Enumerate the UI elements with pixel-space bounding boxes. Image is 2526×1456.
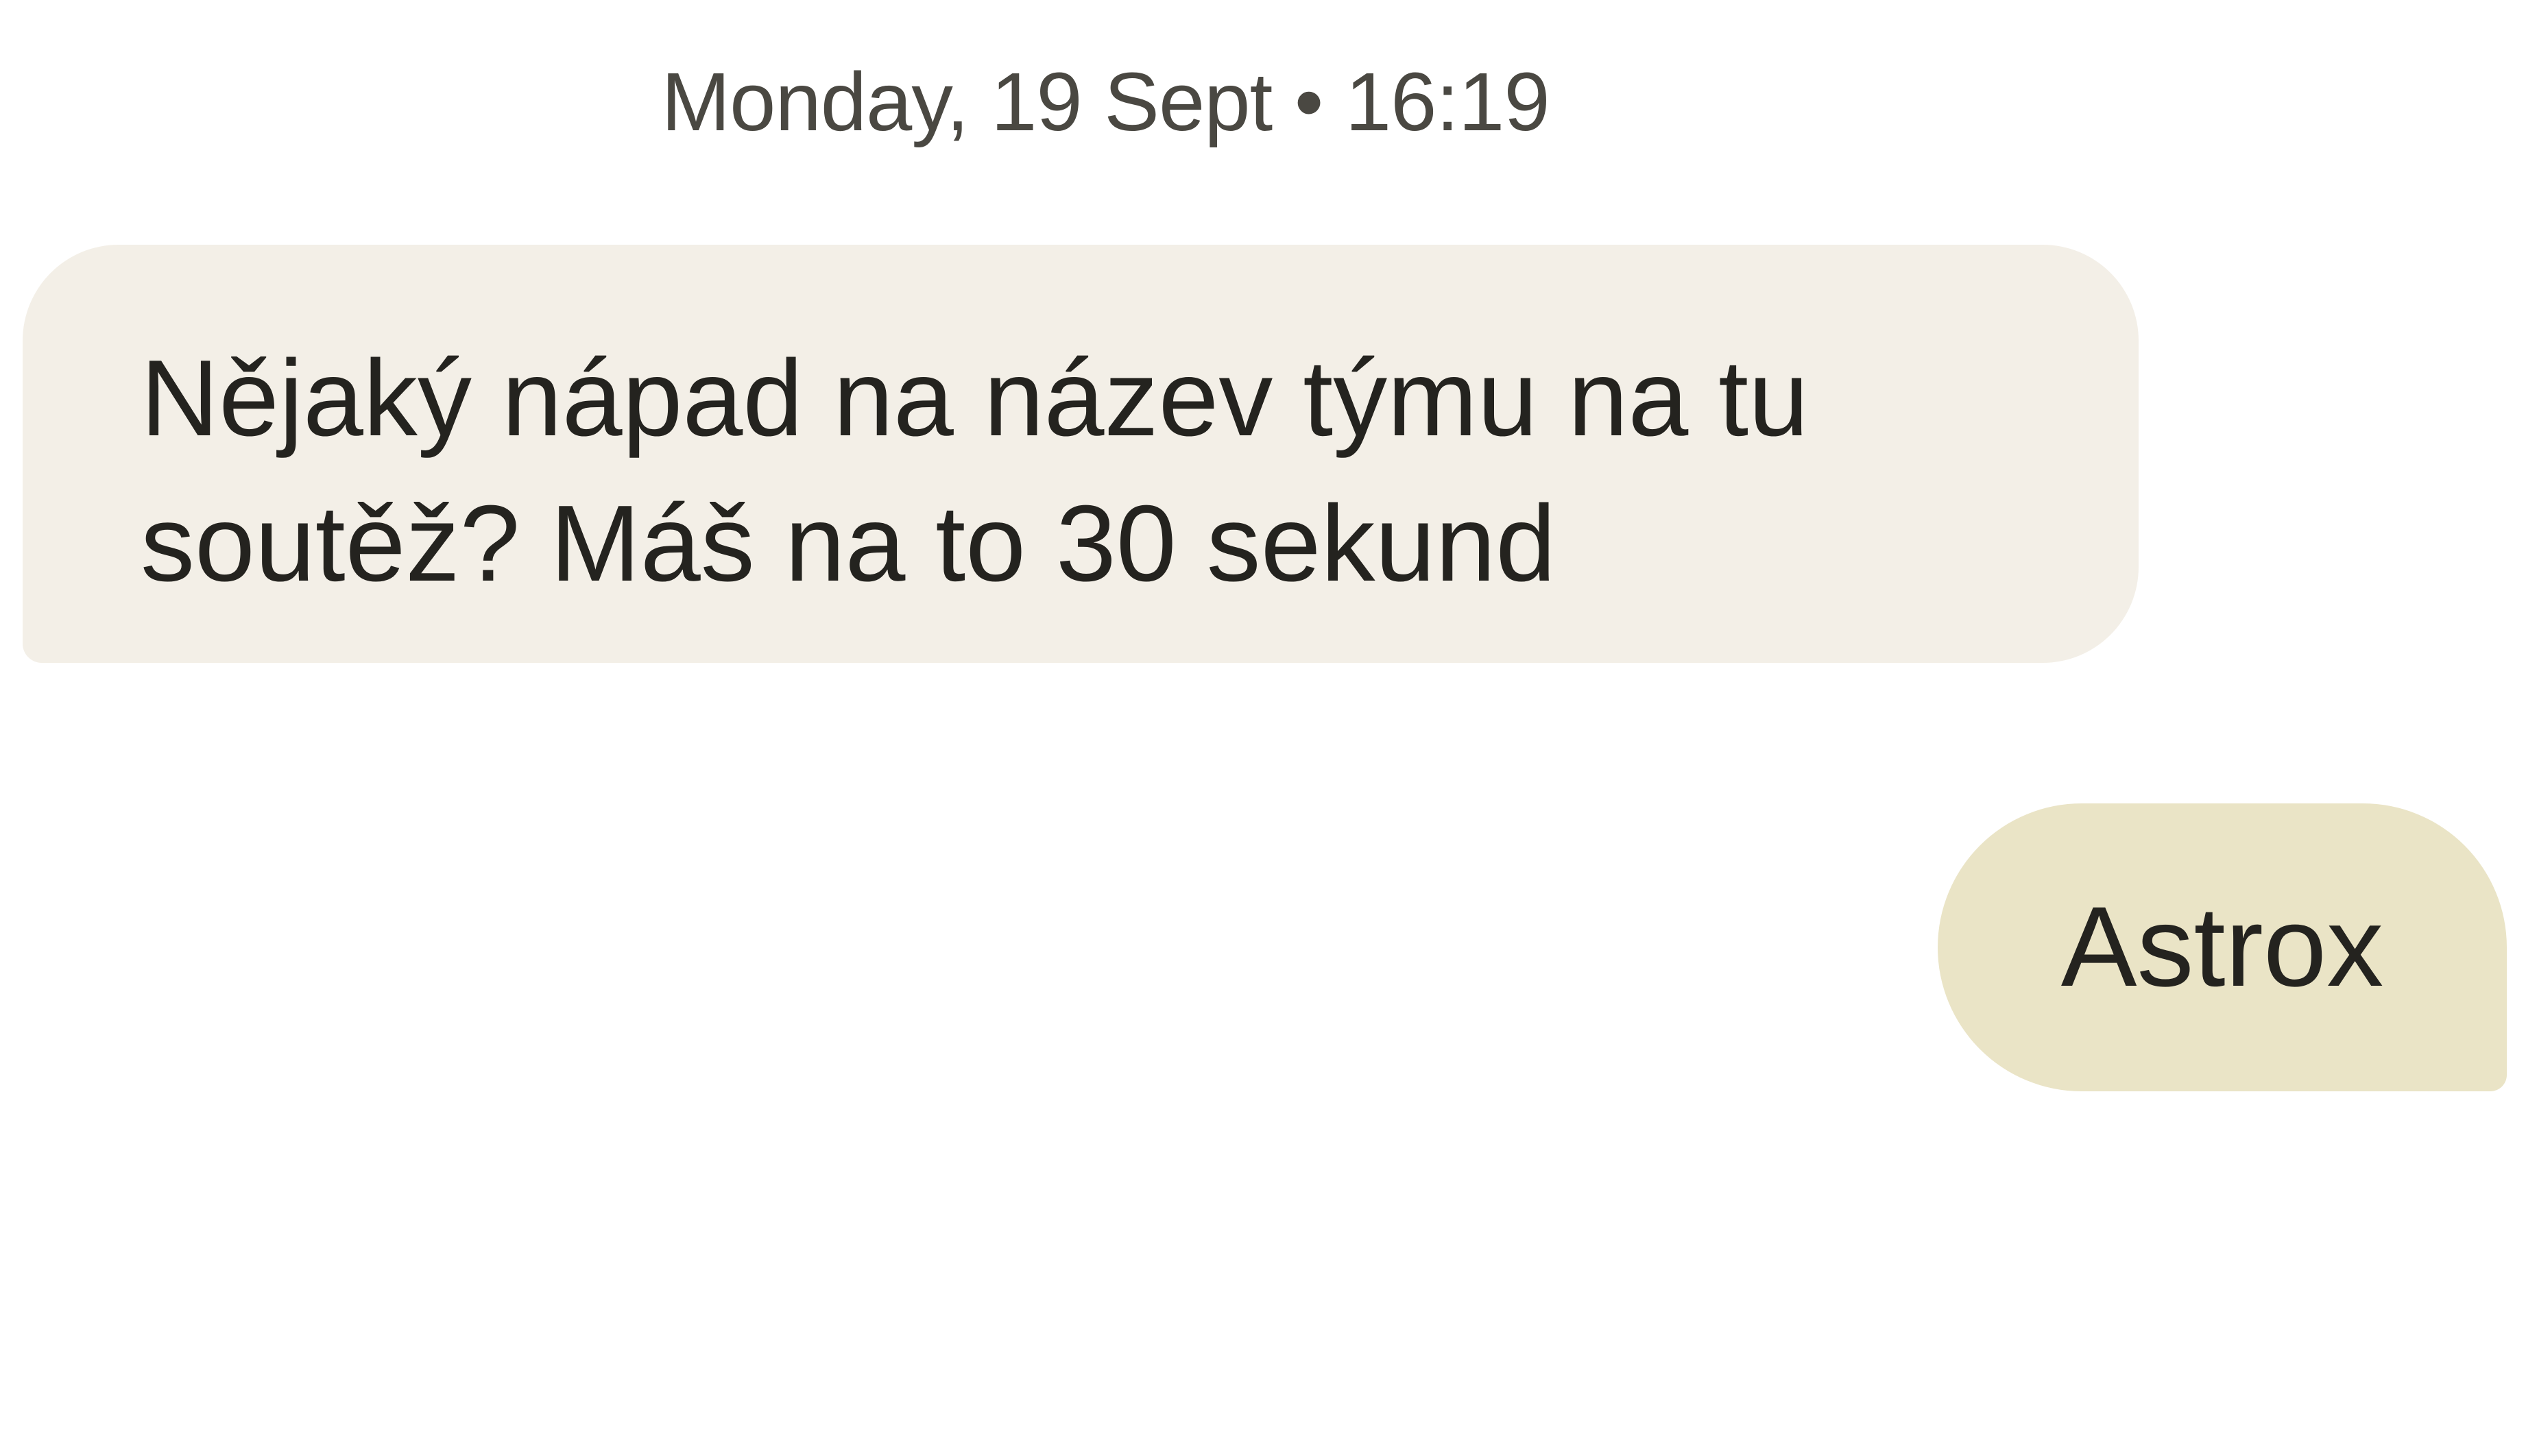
incoming-message-text: Nějaký nápad na název týmu na tu soutěž?… (141, 338, 1809, 604)
outgoing-message-bubble[interactable]: Astrox (1938, 803, 2507, 1091)
outgoing-message-text: Astrox (2060, 884, 2384, 1010)
incoming-message-bubble[interactable]: Nějaký nápad na název týmu na tu soutěž?… (23, 245, 2139, 663)
message-timestamp: Monday, 19 Sept • 16:19 (661, 55, 1550, 148)
